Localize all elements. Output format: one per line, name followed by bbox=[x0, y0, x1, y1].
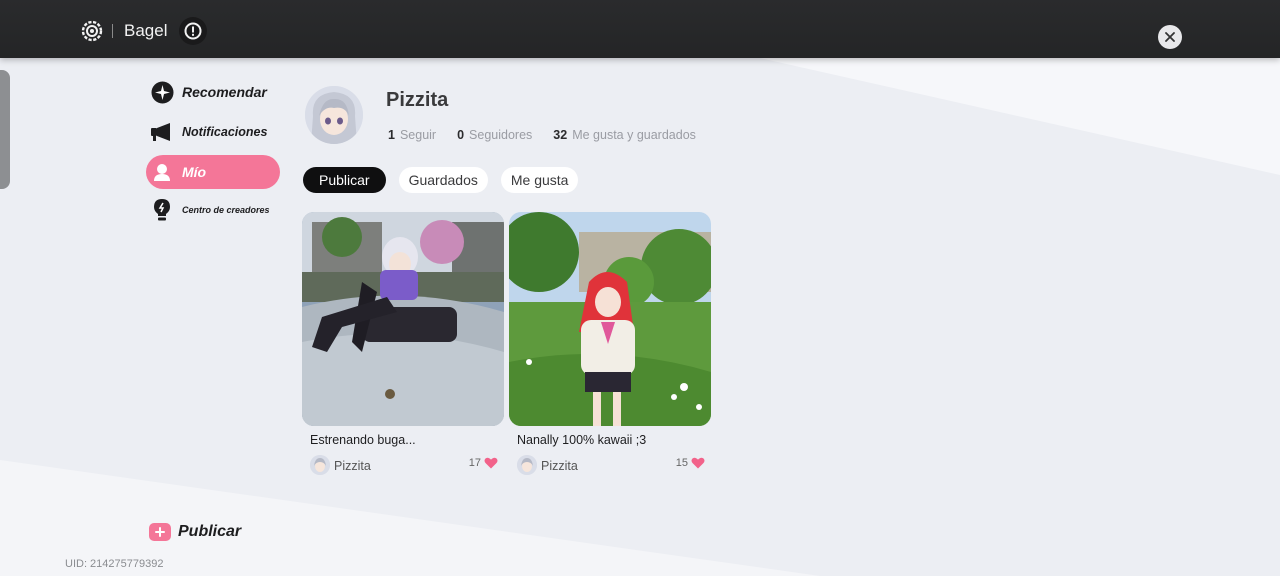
author-avatar[interactable] bbox=[310, 455, 330, 475]
profile-tabs: Publicar Guardados Me gusta bbox=[303, 167, 591, 193]
person-icon bbox=[150, 160, 174, 184]
post-likes[interactable]: 15 bbox=[676, 457, 705, 469]
sidebar-item-recomendar[interactable]: Recomendar bbox=[146, 75, 280, 109]
megaphone-icon bbox=[150, 120, 174, 144]
author-avatar[interactable] bbox=[517, 455, 537, 475]
sidebar-item-label: Centro de creadores bbox=[182, 205, 270, 215]
close-button[interactable] bbox=[1158, 25, 1182, 49]
post-card[interactable]: Estrenando buga... Pizzita 17 bbox=[302, 212, 504, 477]
user-id: UID: 214275779392 bbox=[65, 558, 164, 570]
publish-button[interactable]: Publicar bbox=[149, 523, 241, 541]
close-icon bbox=[1165, 32, 1175, 42]
profile-avatar[interactable] bbox=[305, 86, 363, 144]
stat-likes-saved: 32 Me gusta y guardados bbox=[553, 128, 696, 142]
plus-icon bbox=[149, 523, 171, 541]
sidebar-item-label: Notificaciones bbox=[182, 125, 268, 139]
like-count: 15 bbox=[675, 457, 688, 469]
publish-label: Publicar bbox=[178, 523, 242, 540]
post-author[interactable]: Pizzita bbox=[541, 459, 578, 473]
app-title: Bagel bbox=[124, 21, 168, 40]
sparkle-icon bbox=[150, 80, 174, 104]
lightbulb-icon bbox=[150, 198, 174, 222]
heart-icon bbox=[484, 457, 498, 469]
post-title: Nanally 100% kawaii ;3 bbox=[517, 433, 647, 447]
post-likes[interactable]: 17 bbox=[469, 457, 498, 469]
profile-name: Pizzita bbox=[386, 89, 449, 111]
post-meta: Pizzita 15 bbox=[517, 455, 711, 477]
stat-followers[interactable]: 0 Seguidores bbox=[457, 128, 532, 142]
sidebar-item-centro-creadores[interactable]: Centro de creadores bbox=[146, 193, 280, 227]
like-count: 17 bbox=[468, 457, 481, 469]
profile-stats: 1 Seguir 0 Seguidores 32 Me gusta y guardad… bbox=[388, 128, 717, 142]
post-thumbnail[interactable] bbox=[302, 212, 504, 426]
alert-icon[interactable] bbox=[179, 17, 207, 45]
post-meta: Pizzita 17 bbox=[310, 455, 504, 477]
post-card[interactable]: Nanally 100% kawaii ;3 Pizzita 15 bbox=[509, 212, 711, 477]
post-author[interactable]: Pizzita bbox=[334, 459, 371, 473]
post-thumbnail[interactable] bbox=[509, 212, 711, 426]
tab-me-gusta[interactable]: Me gusta bbox=[500, 167, 579, 193]
post-title: Estrenando buga... bbox=[310, 433, 416, 447]
settings-gear-icon[interactable] bbox=[81, 20, 103, 42]
sidebar-item-label: Recomendar bbox=[182, 84, 267, 100]
title-separator bbox=[112, 24, 113, 38]
side-panel-handle[interactable] bbox=[0, 70, 10, 189]
sidebar-item-label: Mío bbox=[182, 164, 207, 180]
sidebar-item-mio[interactable]: Mío bbox=[146, 155, 280, 189]
top-bar: Bagel bbox=[0, 0, 1280, 58]
heart-icon bbox=[691, 457, 705, 469]
stat-following[interactable]: 1 Seguir bbox=[388, 128, 436, 142]
sidebar-item-notificaciones[interactable]: Notificaciones bbox=[146, 115, 280, 149]
tab-publicar[interactable]: Publicar bbox=[303, 167, 386, 193]
tab-guardados[interactable]: Guardados bbox=[398, 167, 488, 193]
